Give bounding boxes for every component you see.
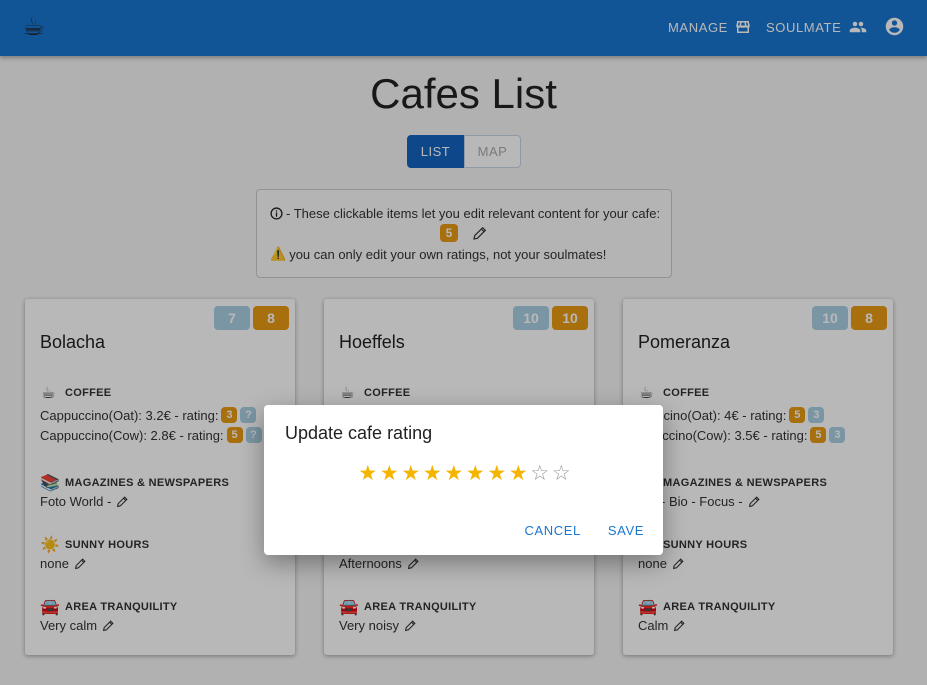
star-filled-icon[interactable]: ★ [379, 463, 401, 485]
star-filled-icon[interactable]: ★ [357, 463, 379, 485]
cancel-button[interactable]: CANCEL [525, 523, 581, 538]
star-filled-icon[interactable]: ★ [443, 463, 465, 485]
star-filled-icon[interactable]: ★ [486, 463, 508, 485]
star-filled-icon[interactable]: ★ [508, 463, 530, 485]
star-filled-icon[interactable]: ★ [465, 463, 487, 485]
star-empty-icon[interactable]: ☆ [551, 463, 573, 485]
update-rating-dialog: Update cafe rating ★ ★ ★ ★ ★ ★ ★ ★ ☆ ☆ CANCEL SAV… [264, 405, 663, 555]
save-button[interactable]: SAVE [608, 523, 644, 538]
star-empty-icon[interactable]: ☆ [529, 463, 551, 485]
modal-backdrop[interactable] [0, 0, 927, 685]
star-filled-icon[interactable]: ★ [400, 463, 422, 485]
star-rating[interactable]: ★ ★ ★ ★ ★ ★ ★ ★ ☆ ☆ [357, 463, 572, 485]
dialog-title: Update cafe rating [285, 423, 433, 443]
star-filled-icon[interactable]: ★ [422, 463, 444, 485]
